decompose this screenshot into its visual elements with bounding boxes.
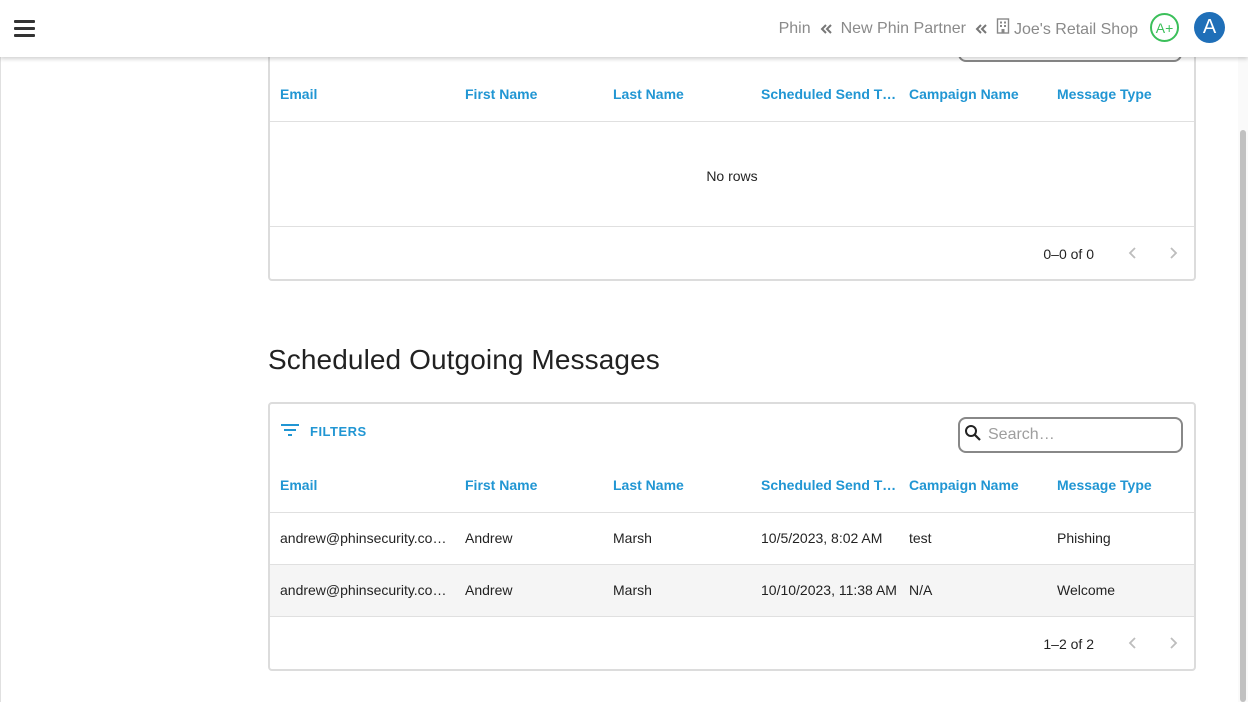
search-input[interactable] — [988, 426, 1178, 444]
filters-button[interactable]: FILTERS — [280, 422, 367, 441]
column-header-message-type[interactable]: Message Type — [1057, 86, 1187, 102]
filter-icon — [280, 422, 300, 441]
header-divider — [270, 121, 1194, 122]
cell-message-type: Phishing — [1057, 530, 1111, 546]
column-header-message-type[interactable]: Message Type — [1057, 477, 1187, 493]
pagination-text: 1–2 of 2 — [1043, 636, 1094, 652]
search-icon — [964, 424, 982, 447]
chevron-left-icon[interactable] — [1123, 243, 1143, 263]
cell-first-name: Andrew — [465, 530, 513, 546]
filters-label: FILTERS — [310, 424, 367, 439]
chevron-left-icon[interactable] — [1123, 633, 1143, 653]
cell-email: andrew@phinsecurity.co… — [280, 582, 447, 598]
cell-first-name: Andrew — [465, 582, 513, 598]
scheduled-messages-grid: FILTERS Email First Name Last Name Sched… — [268, 402, 1196, 671]
cell-last-name: Marsh — [613, 530, 652, 546]
chevron-right-icon[interactable] — [1163, 243, 1183, 263]
cell-campaign-name: N/A — [909, 582, 933, 598]
chevron-right-icon[interactable] — [1163, 633, 1183, 653]
cell-campaign-name: test — [909, 530, 932, 546]
column-header-campaign-name[interactable]: Campaign Name — [909, 86, 1049, 102]
page-scrollbar-thumb[interactable] — [1240, 130, 1246, 702]
table-row[interactable]: andrew@phinsecurity.co… Andrew Marsh 10/… — [270, 565, 1194, 617]
column-header-campaign-name[interactable]: Campaign Name — [909, 477, 1049, 493]
double-chevron-left-icon — [819, 22, 833, 36]
cell-last-name: Marsh — [613, 582, 652, 598]
cell-email: andrew@phinsecurity.co… — [280, 530, 447, 546]
breadcrumb-phin[interactable]: Phin — [779, 20, 811, 38]
pagination-text: 0–0 of 0 — [1043, 246, 1094, 262]
building-icon — [996, 18, 1010, 34]
double-chevron-left-icon — [974, 22, 988, 36]
column-header-scheduled-send-time[interactable]: Scheduled Send Ti… — [761, 86, 899, 102]
column-header-email[interactable]: Email — [280, 477, 450, 493]
breadcrumb: Phin New Phin Partner Joe's Retail Shop — [779, 0, 1138, 57]
column-header-last-name[interactable]: Last Name — [613, 86, 753, 102]
section-title: Scheduled Outgoing Messages — [268, 344, 660, 375]
cell-send-time: 10/5/2023, 8:02 AM — [761, 530, 883, 546]
search-field[interactable] — [958, 417, 1183, 453]
breadcrumb-joes-retail-shop[interactable]: Joe's Retail Shop — [996, 18, 1138, 39]
grade-badge: A+ — [1150, 13, 1179, 42]
app-bar: Phin New Phin Partner Joe's Retail Shop … — [0, 0, 1248, 57]
column-header-scheduled-send-time[interactable]: Scheduled Send Ti… — [761, 477, 899, 493]
cell-message-type: Welcome — [1057, 582, 1116, 598]
column-header-first-name[interactable]: First Name — [465, 477, 605, 493]
breadcrumb-new-phin-partner[interactable]: New Phin Partner — [841, 20, 966, 38]
column-header-last-name[interactable]: Last Name — [613, 477, 753, 493]
column-header-first-name[interactable]: First Name — [465, 86, 605, 102]
cell-send-time: 10/10/2023, 11:38 AM — [761, 582, 897, 598]
table-row[interactable]: andrew@phinsecurity.co… Andrew Marsh 10/… — [270, 513, 1194, 565]
breadcrumb-label: Joe's Retail Shop — [1013, 21, 1138, 38]
no-rows-message: No rows — [706, 168, 758, 184]
footer-divider — [270, 226, 1194, 227]
sidebar-divider — [0, 57, 1, 702]
avatar[interactable]: A — [1194, 12, 1225, 43]
column-header-email[interactable]: Email — [280, 86, 450, 102]
menu-icon[interactable] — [14, 16, 38, 40]
top-data-grid: Email First Name Last Name Scheduled Sen… — [268, 30, 1196, 281]
